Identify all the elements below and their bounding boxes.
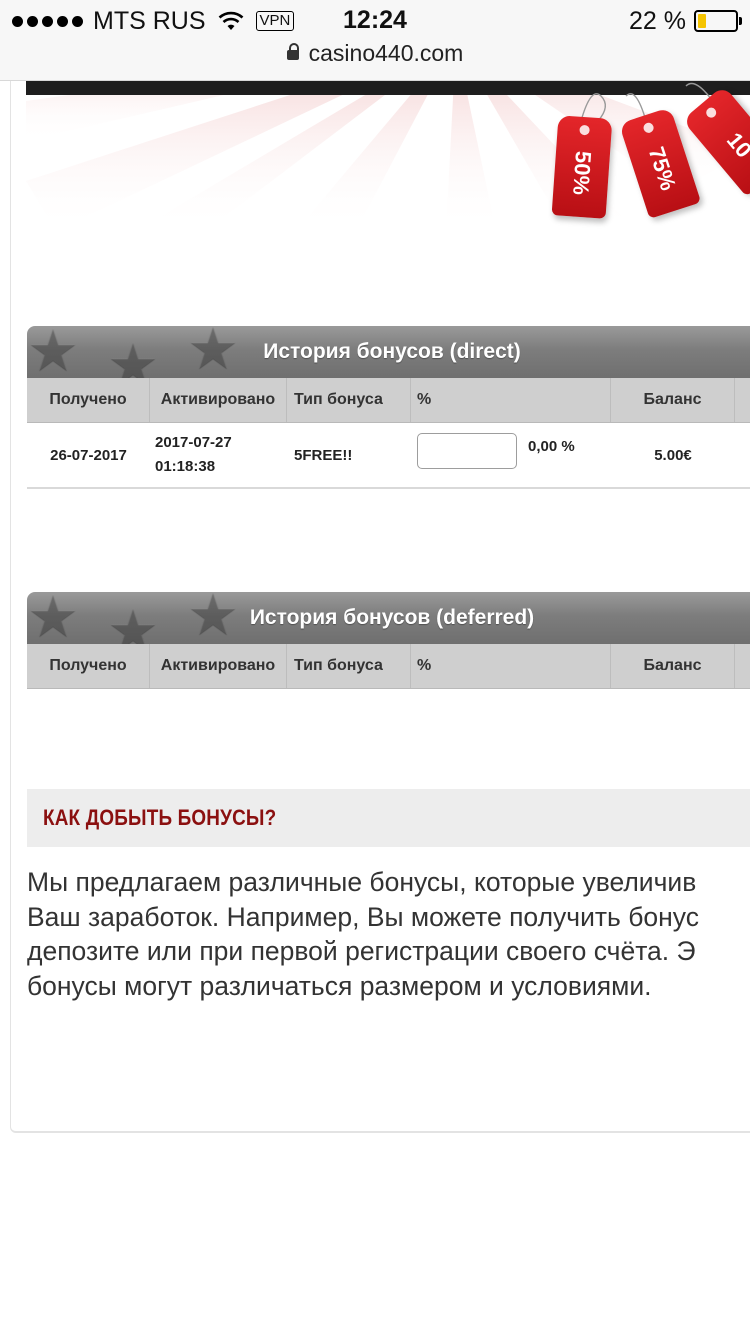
table-title: История бонусов (direct) [263,340,521,363]
table-title: История бонусов (deferred) [249,606,535,629]
description-line: Ваш заработок. Например, Вы можете получ… [27,901,699,932]
col-received[interactable]: Получено [27,378,150,422]
col-bonus-type[interactable]: Тип бонуса [287,378,411,422]
bonus-history-deferred: ★ ★ ★ История бонусов (deferred) Получен… [27,592,750,689]
cell-activated: 2017-07-27 01:18:38 [150,423,287,487]
col-balance[interactable]: Баланс [611,378,735,422]
col-extra [735,378,750,422]
col-activated[interactable]: Активировано [150,378,287,422]
howto-title: КАК ДОБЫТЬ БОНУСЫ? [43,805,277,830]
table-row: 26-07-2017 2017-07-27 01:18:38 5FREE!! 0… [27,423,750,489]
battery-level-fill [698,14,706,28]
percent-progress-box [417,433,517,469]
col-activated[interactable]: Активировано [150,644,287,688]
battery-percent: 22 % [629,6,686,35]
table-header-deferred: ★ ★ ★ История бонусов (deferred) [27,592,750,644]
battery-group: 22 % [629,6,742,35]
col-percent[interactable]: % [411,644,611,688]
cell-received: 26-07-2017 [50,446,127,464]
cell-balance: 5.00€ [654,446,692,464]
description-line: депозите или при первой регистрации свое… [27,936,696,966]
star-decoration-icon: ★ [27,592,79,644]
url-text[interactable]: casino440.com [309,40,464,66]
col-bonus-type[interactable]: Тип бонуса [287,644,411,688]
col-extra [735,644,750,688]
howto-section-header: КАК ДОБЫТЬ БОНУСЫ? [27,789,750,847]
bonus-history-direct: ★ ★ ★ История бонусов (direct) Получено … [27,326,750,489]
col-received[interactable]: Получено [27,644,150,688]
address-bar[interactable]: casino440.com [0,40,750,67]
percent-value: 0,00 % [528,438,575,455]
table-header-direct: ★ ★ ★ История бонусов (direct) [27,326,750,378]
col-balance[interactable]: Баланс [611,644,735,688]
star-decoration-icon: ★ [107,332,159,379]
activated-time: 01:18:38 [155,458,216,475]
star-decoration-icon: ★ [187,592,239,644]
star-decoration-icon: ★ [27,326,79,378]
cell-percent: 0,00 % [411,423,611,487]
howto-description: Мы предлагаем различные бонусы, которые … [27,865,750,1003]
table-column-headers: Получено Активировано Тип бонуса % Балан… [27,644,750,689]
promo-banner: 50% 75% 10 [26,81,750,231]
table-column-headers: Получено Активировано Тип бонуса % Балан… [27,378,750,423]
col-percent[interactable]: % [411,378,611,422]
battery-icon [694,10,742,32]
lock-icon [286,43,299,60]
star-decoration-icon: ★ [187,326,239,378]
description-line: бонусы могут различаться размером и усло… [27,970,652,1001]
discount-tag-50: 50% [551,115,613,219]
star-decoration-icon: ★ [107,598,159,645]
description-line: Мы предлагаем различные бонусы, которые … [27,867,697,897]
activated-date: 2017-07-27 [155,434,232,451]
browser-status-bar: MTS RUS VPN 12:24 22 % casino440.com [0,0,750,81]
cell-bonus-type: 5FREE!! [294,446,353,464]
